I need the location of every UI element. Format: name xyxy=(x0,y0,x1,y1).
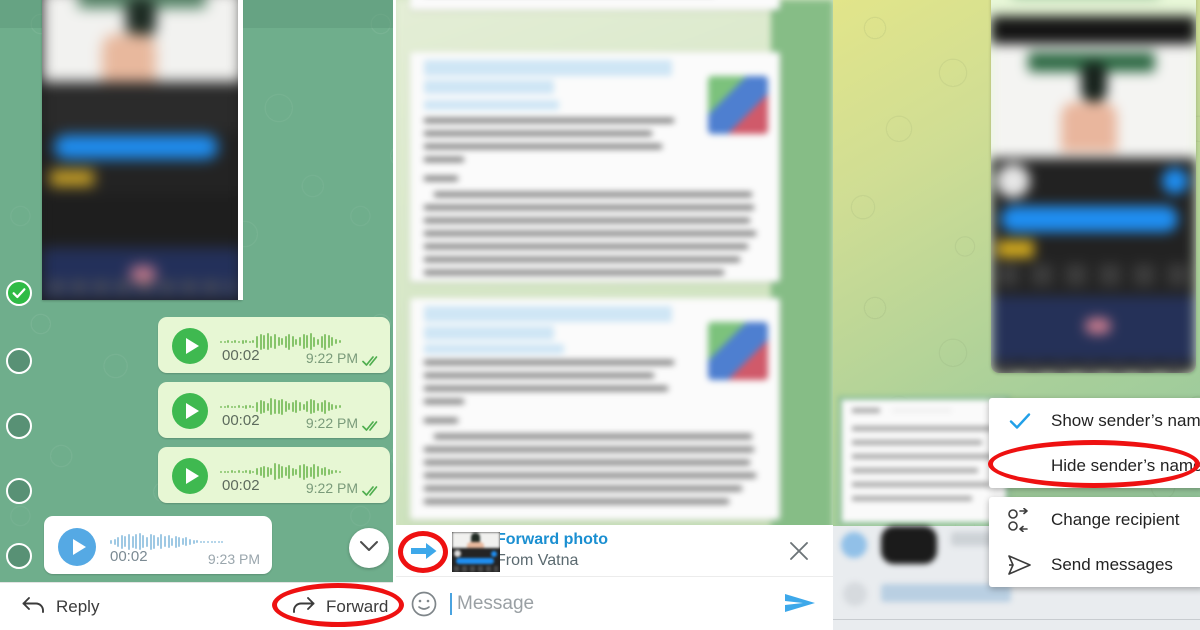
text-cursor xyxy=(450,592,452,615)
message-selection-rail xyxy=(0,0,40,585)
menu-group-sender-name: Show sender’s name Hide sender’s name xyxy=(989,398,1200,488)
selected-photo-message[interactable] xyxy=(42,0,242,300)
menu-item-label: Send messages xyxy=(1051,554,1173,574)
read-receipt-icon xyxy=(362,419,382,437)
forward-button[interactable]: Forward xyxy=(292,595,388,619)
smiley-icon[interactable] xyxy=(410,590,438,618)
blurred-text-message xyxy=(838,396,1010,526)
play-button[interactable] xyxy=(172,328,208,364)
voice-message-bubble-incoming[interactable]: 00:02 9:23 PM xyxy=(44,516,272,574)
menu-item-label: Hide sender’s name xyxy=(1051,455,1200,475)
menu-item-send-messages[interactable]: Send messages xyxy=(989,542,1200,587)
voice-duration: 00:02 xyxy=(110,548,148,565)
document-message[interactable] xyxy=(410,0,780,10)
voice-message-bubble[interactable]: 00:02 9:22 PM xyxy=(158,382,390,438)
forward-preview-subtitle: From Vatna xyxy=(496,552,579,569)
send-icon[interactable] xyxy=(785,590,815,618)
menu-item-change-recipient[interactable]: Change recipient xyxy=(989,497,1200,542)
close-icon[interactable] xyxy=(787,539,811,563)
selection-checkbox[interactable] xyxy=(6,413,32,439)
photo-message-edge xyxy=(238,0,243,300)
forward-label: Forward xyxy=(326,596,389,616)
play-button[interactable] xyxy=(172,393,208,429)
play-button[interactable] xyxy=(172,458,208,494)
menu-item-show-senders-name[interactable]: Show sender’s name xyxy=(989,398,1200,443)
forward-preview-title: Forward photo xyxy=(496,531,608,548)
reply-arrow-icon xyxy=(22,595,45,619)
forward-arrow-icon xyxy=(292,595,315,619)
message-input-row[interactable]: Message xyxy=(396,577,833,630)
photo-content xyxy=(42,0,242,300)
message-input-placeholder[interactable]: Message xyxy=(457,593,534,615)
reply-button[interactable]: Reply xyxy=(22,595,99,619)
menu-item-hide-senders-name[interactable]: Hide sender’s name xyxy=(989,443,1200,488)
menu-item-label: Show sender’s name xyxy=(1051,410,1200,430)
forwarded-photo-preview[interactable] xyxy=(991,0,1196,373)
voice-message-bubble[interactable]: 00:02 9:22 PM xyxy=(158,447,390,503)
play-button[interactable] xyxy=(58,528,96,566)
selection-checkbox[interactable] xyxy=(6,348,32,374)
selection-checkbox[interactable] xyxy=(6,543,32,569)
voice-message-bubble[interactable]: 00:02 9:22 PM xyxy=(158,317,390,373)
scroll-to-bottom-button[interactable] xyxy=(349,528,389,568)
swap-users-icon xyxy=(1007,507,1033,533)
reply-label: Reply xyxy=(56,596,100,616)
document-message[interactable] xyxy=(410,298,780,520)
screenshot-root: 00:02 9:22 PM 00:02 9:22 PM 00:02 9:22 P… xyxy=(0,0,1200,630)
selection-checkbox-checked[interactable] xyxy=(6,280,32,306)
check-icon xyxy=(1007,408,1033,434)
forwarded-photo-thumbnail xyxy=(452,532,500,572)
read-receipt-icon xyxy=(362,354,382,372)
document-message[interactable] xyxy=(410,52,780,282)
selection-action-bar: Reply Forward xyxy=(0,582,393,630)
send-outline-icon xyxy=(1007,552,1033,578)
message-timestamp: 9:22 PM xyxy=(305,350,358,366)
voice-duration: 00:02 xyxy=(222,477,260,494)
selection-checkbox[interactable] xyxy=(6,478,32,504)
photo-content xyxy=(991,0,1196,373)
chevron-down-icon xyxy=(359,539,379,558)
menu-item-label: Change recipient xyxy=(1051,509,1180,529)
message-timestamp: 9:22 PM xyxy=(305,415,358,431)
read-receipt-icon xyxy=(362,484,382,502)
message-timestamp: 9:23 PM xyxy=(207,551,260,567)
message-timestamp: 9:22 PM xyxy=(305,480,358,496)
left-chat-panel: 00:02 9:22 PM 00:02 9:22 PM 00:02 9:22 P… xyxy=(0,0,393,630)
voice-duration: 00:02 xyxy=(222,412,260,429)
menu-group-actions: Change recipient Send messages xyxy=(989,497,1200,587)
forward-arrow-blue-icon xyxy=(409,536,439,566)
voice-duration: 00:02 xyxy=(222,347,260,364)
